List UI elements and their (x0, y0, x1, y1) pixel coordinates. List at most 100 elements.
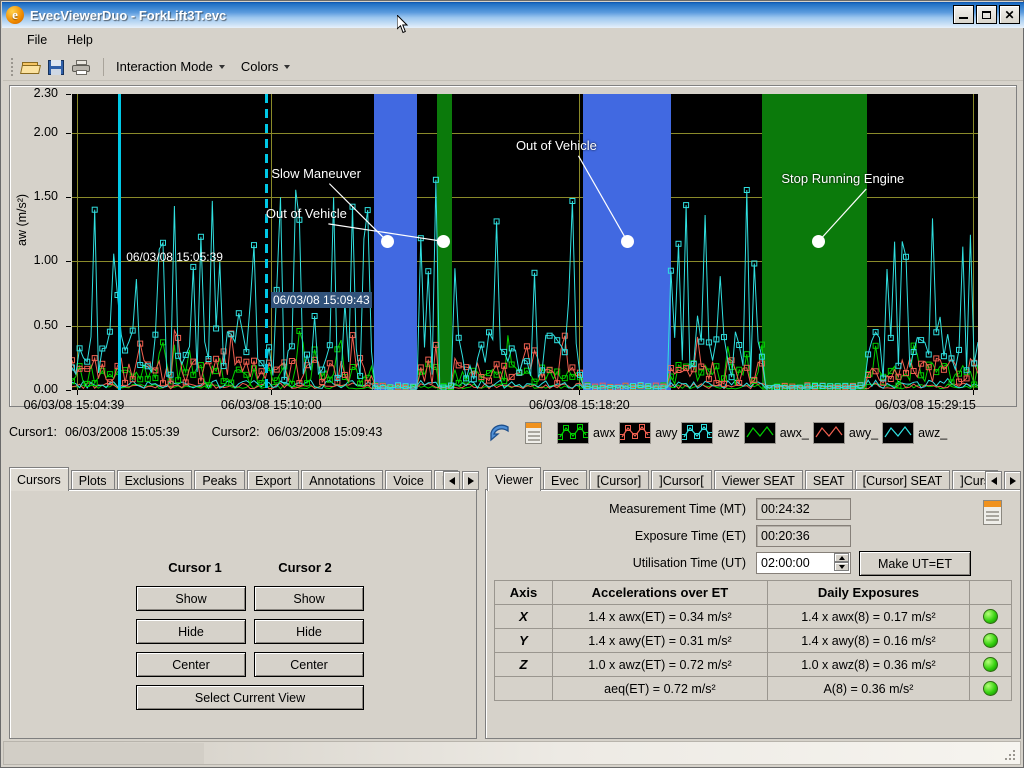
legend-swatch (743, 422, 776, 444)
x-tick-label: 06/03/08 15:04:39 (23, 398, 125, 412)
legend-item[interactable]: awz_ (882, 422, 947, 444)
title-bar: e EvecViewerDuo - ForkLift3T.evc ✕ (2, 2, 1024, 28)
report-line (528, 431, 540, 433)
close-button[interactable]: ✕ (999, 5, 1020, 24)
annotation-label: Slow Maneuver (271, 165, 361, 181)
print-icon[interactable] (70, 56, 92, 78)
viewer-panel: Measurement Time (MT) 00:24:32 Exposure … (485, 489, 1021, 739)
cursor1-hide-button[interactable]: Hide (136, 619, 246, 644)
tab-scroll-prev-button[interactable] (443, 471, 460, 490)
utilisation-time-label: Utilisation Time (UT) (632, 556, 746, 570)
table-header-cell: Daily Exposures (766, 580, 971, 605)
right-tab-strip[interactable]: Viewer Evec [Cursor]]Cursor[Viewer SEAT SEA… (487, 467, 1021, 491)
tab-plots[interactable]: Plots (70, 470, 115, 491)
tab-annotations[interactable]: Annotations (301, 470, 384, 491)
report-icon[interactable] (978, 498, 1006, 528)
tab-cursor-seat[interactable]: [Cursor] SEAT (854, 470, 951, 491)
cursor2-hide-button[interactable]: Hide (254, 619, 364, 644)
tab-scroll-next-button[interactable] (462, 471, 479, 490)
chevron-left-icon (448, 476, 455, 485)
y-tick-mark (66, 261, 71, 263)
axis-cell (494, 676, 553, 701)
tab-cursor[interactable]: [Cursor] (588, 470, 650, 491)
annotation-marker-dot[interactable] (812, 234, 826, 248)
resize-grip[interactable] (1005, 750, 1017, 762)
tab-scroll-buttons[interactable] (443, 471, 479, 490)
status-badge (983, 609, 998, 624)
annotation-label: Stop Running Engine (781, 170, 905, 186)
legend-item[interactable]: awy (619, 422, 677, 444)
axis-cell: Z (494, 652, 553, 677)
stepper-down[interactable] (834, 562, 849, 571)
tab-viewer-seat[interactable]: Viewer SEAT (713, 470, 803, 491)
status-cell (969, 604, 1012, 629)
left-tab-strip[interactable]: Cursors Plots Exclusions Peaks Export Annotat… (9, 467, 479, 491)
tab-scroll-next-button[interactable] (1004, 471, 1021, 490)
table-header-row: Axis Accelerations over ET Daily Exposures (494, 580, 1012, 605)
close-icon: ✕ (1004, 7, 1015, 22)
legend-item[interactable]: awx (557, 422, 615, 444)
stepper-up[interactable] (834, 553, 849, 562)
x-tick-label: 06/03/08 15:10:00 (220, 398, 322, 412)
printer-output (76, 69, 87, 75)
maximize-icon (982, 10, 991, 19)
legend-item[interactable]: awz (681, 422, 740, 444)
legend-item[interactable]: awy_ (812, 422, 878, 444)
save-label (51, 59, 61, 66)
tab-peaks[interactable]: Peaks (194, 470, 246, 491)
report-icon[interactable] (520, 419, 548, 447)
chevron-up-icon (838, 555, 845, 560)
tab-cursors[interactable]: Cursors (9, 467, 69, 491)
legend-label: awz_ (918, 426, 948, 440)
colors-menu[interactable]: Colors (237, 57, 295, 76)
tab-exclusions[interactable]: Exclusions (116, 470, 193, 491)
menu-item-file[interactable]: File (17, 31, 57, 49)
cursor2-center-button[interactable]: Center (254, 652, 364, 677)
cursor2-show-button[interactable]: Show (254, 586, 364, 611)
interaction-mode-menu[interactable]: Interaction Mode (112, 57, 229, 76)
y-tick-label: 2.00 (33, 124, 58, 139)
legend-label: awx_ (779, 426, 809, 440)
plot-area[interactable]: 06/03/08 15:05:39 06/03/08 15:09:43 Slow … (72, 94, 978, 390)
cursor1-column-title: Cursor 1 (168, 560, 222, 575)
legend-item[interactable]: awx_ (743, 422, 809, 444)
menu-item-help[interactable]: Help (57, 31, 103, 49)
measurement-time-value: 00:24:32 (756, 498, 851, 520)
cursor-line-cursor1[interactable] (118, 94, 122, 390)
tab-export[interactable]: Export (247, 470, 300, 491)
tab-evec[interactable]: Evec (542, 470, 587, 491)
annotation-marker-dot[interactable] (436, 234, 450, 248)
annotation-marker-dot[interactable] (380, 234, 394, 248)
tab-scroll-prev-button[interactable] (985, 471, 1002, 490)
maximize-button[interactable] (976, 5, 997, 24)
cursor2-value: 06/03/2008 15:09:43 (267, 425, 383, 439)
make-ut-equals-et-button[interactable]: Make UT=ET (859, 551, 971, 576)
minimize-button[interactable] (953, 5, 974, 24)
legend-row: awx awy awz awx_ awy_ awz_ (487, 417, 1021, 449)
exposure-time-value: 00:20:36 (756, 525, 851, 547)
application-window: e EvecViewerDuo - ForkLift3T.evc ✕ File … (0, 0, 1024, 768)
tab-seat[interactable]: SEAT (804, 470, 853, 491)
status-bar-segment (4, 743, 204, 764)
toolbar-grip[interactable] (11, 57, 14, 76)
plot-area-wrapper[interactable]: 06/03/08 15:05:39 06/03/08 15:09:43 Slow … (72, 94, 978, 390)
cursor-line-cursor2[interactable] (264, 94, 268, 390)
tab-viewer[interactable]: Viewer (487, 467, 541, 491)
open-folder-icon[interactable] (20, 56, 42, 78)
select-current-view-button[interactable]: Select Current View (136, 685, 364, 710)
undo-arrow-icon[interactable] (487, 419, 515, 447)
chart-panel: aw (m/s²) 0.00 0.50 1.00 1.50 2.00 2.30 06/03… (9, 85, 1017, 412)
report-line (986, 519, 999, 521)
cursor-timestamp-tag: 06/03/08 15:09:43 (270, 292, 372, 308)
utilisation-time-stepper[interactable] (834, 553, 849, 573)
tab-cursor[interactable]: ]Cursor[ (651, 470, 712, 491)
save-icon[interactable] (45, 56, 67, 78)
cursor2-column-title: Cursor 2 (278, 560, 332, 575)
status-cell (969, 628, 1012, 653)
annotation-marker-dot[interactable] (620, 234, 634, 248)
folder-front (20, 64, 41, 74)
tab-voice[interactable]: Voice (385, 470, 432, 491)
cursor1-center-button[interactable]: Center (136, 652, 246, 677)
tab-scroll-buttons[interactable] (985, 471, 1021, 490)
cursor1-show-button[interactable]: Show (136, 586, 246, 611)
